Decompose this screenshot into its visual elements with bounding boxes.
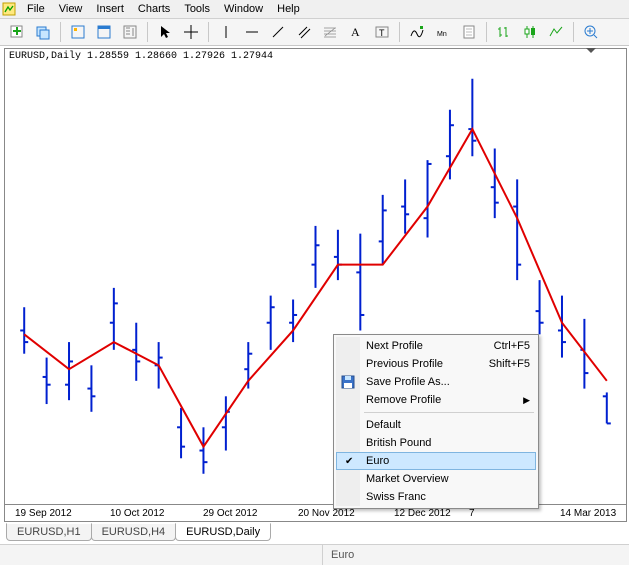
trendline-button[interactable] — [266, 20, 290, 44]
menu-item-label: Next Profile — [366, 340, 423, 352]
tab-eurusd-h4[interactable]: EURUSD,H4 — [91, 523, 177, 541]
chart-title: EURUSD,Daily 1.28559 1.28660 1.27926 1.2… — [9, 51, 273, 62]
menu-item-label: Save Profile As... — [366, 376, 450, 388]
menu-item-label: Previous Profile — [366, 358, 443, 370]
profiles-context-menu: Next Profile Ctrl+F5 Previous Profile Sh… — [333, 334, 539, 509]
market-watch-button[interactable] — [66, 20, 90, 44]
menubar: File View Insert Charts Tools Window Hel… — [0, 0, 629, 19]
menu-view[interactable]: View — [52, 2, 90, 16]
menu-help[interactable]: Help — [270, 2, 307, 16]
chart-price-label: 1.28559 1.28660 1.27926 1.27944 — [87, 51, 273, 62]
menu-item-profile-british-pound[interactable]: British Pound — [336, 434, 536, 452]
toolbar-separator — [399, 22, 400, 42]
status-profile-cell: Euro — [322, 545, 629, 565]
text-label-button[interactable]: T — [370, 20, 394, 44]
statusbar: Euro — [0, 544, 629, 565]
toolbar-separator — [60, 22, 61, 42]
chart-symbol-label: EURUSD,Daily — [9, 51, 81, 62]
menu-item-shortcut: Ctrl+F5 — [494, 340, 530, 352]
zoom-in-button[interactable] — [579, 20, 603, 44]
horizontal-line-button[interactable] — [240, 20, 264, 44]
toolbar-separator — [486, 22, 487, 42]
equidistant-channel-button[interactable] — [292, 20, 316, 44]
app-icon — [2, 2, 16, 16]
navigator-button[interactable] — [92, 20, 116, 44]
menu-tools[interactable]: Tools — [177, 2, 217, 16]
date-tick: 19 Sep 2012 — [15, 508, 72, 519]
svg-text:T: T — [379, 28, 385, 38]
menu-item-profile-swiss-franc[interactable]: Swiss Franc — [336, 488, 536, 506]
menu-item-label: Euro — [366, 455, 389, 467]
period-button[interactable]: Mn — [431, 20, 455, 44]
date-tick: 12 Dec 2012 — [394, 508, 451, 519]
fibonacci-button[interactable] — [318, 20, 342, 44]
tab-eurusd-daily[interactable]: EURUSD,Daily — [175, 523, 271, 541]
toolbar-separator — [573, 22, 574, 42]
date-tick: 7 — [469, 508, 475, 519]
tab-eurusd-h1[interactable]: EURUSD,H1 — [6, 523, 92, 541]
menu-item-profile-market-overview[interactable]: Market Overview — [336, 470, 536, 488]
text-button[interactable]: A — [344, 20, 368, 44]
vertical-line-button[interactable] — [214, 20, 238, 44]
check-icon: ✔ — [345, 456, 353, 467]
candlestick-button[interactable] — [518, 20, 542, 44]
toolbar-separator — [208, 22, 209, 42]
menu-item-profile-euro[interactable]: ✔ Euro — [336, 452, 536, 470]
context-menu-separator — [364, 412, 534, 413]
menu-charts[interactable]: Charts — [131, 2, 177, 16]
line-chart-button[interactable] — [544, 20, 568, 44]
status-profile-label: Euro — [331, 549, 354, 561]
menu-item-label: Market Overview — [366, 473, 449, 485]
menu-item-shortcut: Shift+F5 — [489, 358, 530, 370]
menu-item-label: British Pound — [366, 437, 431, 449]
menu-file[interactable]: File — [20, 2, 52, 16]
toolbar-separator — [147, 22, 148, 42]
save-icon — [340, 374, 356, 390]
indicator-button[interactable] — [405, 20, 429, 44]
template-button[interactable] — [457, 20, 481, 44]
date-tick: 29 Oct 2012 — [203, 508, 257, 519]
chart-dropdown-icon[interactable] — [586, 48, 596, 53]
menu-insert[interactable]: Insert — [89, 2, 131, 16]
date-tick: 14 Mar 2013 — [560, 508, 616, 519]
menu-item-profile-default[interactable]: Default — [336, 416, 536, 434]
date-tick: 10 Oct 2012 — [110, 508, 164, 519]
terminal-button[interactable] — [118, 20, 142, 44]
new-chart-button[interactable] — [5, 20, 29, 44]
profiles-button[interactable] — [31, 20, 55, 44]
menu-item-next-profile[interactable]: Next Profile Ctrl+F5 — [336, 337, 536, 355]
svg-text:A: A — [351, 25, 360, 39]
menu-item-label: Remove Profile — [366, 394, 441, 406]
cursor-button[interactable] — [153, 20, 177, 44]
menu-item-label: Swiss Franc — [366, 491, 426, 503]
bar-chart-button[interactable] — [492, 20, 516, 44]
menu-item-save-profile-as[interactable]: Save Profile As... — [336, 373, 536, 391]
chart-tabs: EURUSD,H1 EURUSD,H4 EURUSD,Daily — [6, 521, 629, 541]
svg-text:Mn: Mn — [437, 31, 447, 38]
toolbar: A T Mn — [0, 19, 629, 46]
menu-item-label: Default — [366, 419, 401, 431]
menu-item-previous-profile[interactable]: Previous Profile Shift+F5 — [336, 355, 536, 373]
menu-window[interactable]: Window — [217, 2, 270, 16]
menu-item-remove-profile[interactable]: Remove Profile ▶ — [336, 391, 536, 409]
crosshair-button[interactable] — [179, 20, 203, 44]
submenu-arrow-icon: ▶ — [523, 395, 530, 406]
date-tick: 20 Nov 2012 — [298, 508, 355, 519]
